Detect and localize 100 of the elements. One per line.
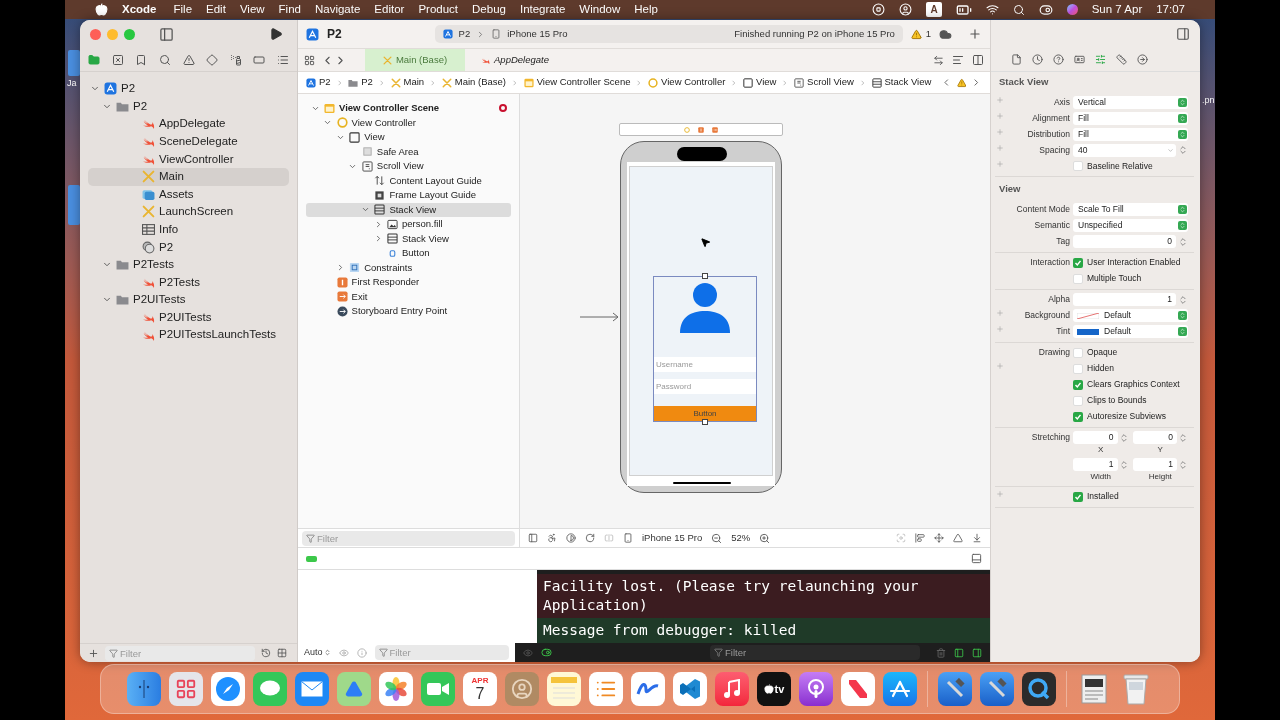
notepad-icon[interactable] bbox=[547, 672, 581, 706]
outline-item[interactable]: View bbox=[306, 130, 511, 145]
outline-item[interactable]: person.fill bbox=[306, 217, 511, 232]
zoom-out-icon[interactable] bbox=[711, 532, 723, 544]
combo-field[interactable]: 40 bbox=[1073, 143, 1176, 157]
breakpoints-tab[interactable] bbox=[253, 53, 266, 66]
file-tree-item[interactable]: Assets bbox=[88, 185, 289, 204]
sidebar-toggle-icon[interactable] bbox=[159, 26, 174, 42]
tests-tab[interactable] bbox=[206, 53, 219, 66]
stepper-icon[interactable] bbox=[1118, 459, 1129, 470]
related-items-icon[interactable] bbox=[304, 54, 315, 66]
number-field[interactable]: 0 bbox=[1073, 431, 1118, 444]
username-field[interactable]: Username bbox=[654, 357, 756, 372]
checkbox[interactable] bbox=[1073, 379, 1083, 390]
menu-item[interactable]: Xcode bbox=[122, 0, 157, 19]
map-icon[interactable] bbox=[337, 672, 371, 706]
breadcrumb-item[interactable]: View Controller Scene bbox=[523, 75, 631, 90]
identity-inspector-tab[interactable] bbox=[1074, 54, 1085, 65]
number-field[interactable]: 0 bbox=[1073, 235, 1176, 248]
checkbox[interactable] bbox=[1073, 411, 1083, 422]
menu-item[interactable]: Product bbox=[418, 0, 459, 19]
code-editor-icon[interactable] bbox=[673, 672, 707, 706]
trash-icon[interactable] bbox=[936, 647, 946, 658]
color-popup[interactable]: Default bbox=[1073, 309, 1188, 322]
outline-item[interactable]: Safe Area bbox=[306, 144, 511, 159]
filter-field[interactable]: Filter bbox=[105, 645, 255, 661]
add-button[interactable] bbox=[968, 27, 982, 41]
user-icon[interactable] bbox=[899, 3, 913, 16]
destination-selector[interactable]: iPhone 15 Pro bbox=[507, 26, 568, 42]
bookmark-tab[interactable] bbox=[135, 53, 148, 66]
menu-item[interactable]: Editor bbox=[374, 0, 405, 19]
outline-item[interactable]: View Controller Scene bbox=[306, 101, 511, 116]
reports-tab[interactable] bbox=[277, 53, 289, 66]
menu-item[interactable]: Debug bbox=[472, 0, 506, 19]
music-note-icon[interactable] bbox=[715, 672, 749, 706]
filter-field[interactable]: Filter bbox=[374, 645, 509, 660]
quicktime-icon[interactable] bbox=[1022, 672, 1056, 706]
breadcrumb-item[interactable]: Main (Base) bbox=[441, 75, 506, 90]
scribble-icon[interactable] bbox=[631, 672, 665, 706]
recent-files-icon[interactable] bbox=[261, 648, 271, 658]
filter-options-icon[interactable] bbox=[277, 648, 287, 658]
checkbox[interactable] bbox=[1073, 491, 1083, 502]
number-field[interactable]: 1 bbox=[1073, 293, 1176, 306]
stepper-icon[interactable] bbox=[1178, 236, 1188, 247]
warning-count[interactable]: 1 bbox=[925, 26, 932, 42]
zoom-in-icon[interactable] bbox=[759, 532, 771, 544]
breadcrumb-item[interactable]: P2 bbox=[306, 75, 331, 90]
file-tree-item[interactable]: P2Tests bbox=[88, 273, 289, 292]
outline-item[interactable]: Exit bbox=[306, 289, 511, 304]
menu-item[interactable]: Help bbox=[634, 0, 658, 19]
breadcrumb-item[interactable]: Scroll View bbox=[794, 75, 854, 90]
outline-item[interactable]: Scroll View bbox=[306, 159, 511, 174]
wifi-icon[interactable] bbox=[985, 3, 999, 16]
right-panel-icon[interactable] bbox=[972, 647, 982, 658]
file-tree-item[interactable]: ViewController bbox=[88, 150, 289, 168]
close-button[interactable] bbox=[90, 28, 101, 40]
contact-card-icon[interactable] bbox=[505, 672, 539, 706]
search-icon[interactable] bbox=[1012, 3, 1025, 16]
popup-button[interactable]: Fill bbox=[1073, 127, 1188, 141]
outline-item[interactable]: View Controller bbox=[306, 115, 511, 130]
calendar-icon[interactable]: APR 7 bbox=[463, 672, 497, 706]
size-inspector-tab[interactable] bbox=[1116, 54, 1127, 65]
resize-handle[interactable] bbox=[702, 273, 708, 279]
left-panel-icon[interactable] bbox=[954, 647, 964, 658]
orientation-icon[interactable] bbox=[585, 533, 595, 543]
hammer-blueprint-icon[interactable] bbox=[980, 672, 1014, 706]
checklist-icon[interactable] bbox=[589, 672, 623, 706]
file-tree-item[interactable]: Main bbox=[88, 167, 289, 186]
file-tree-item[interactable]: P2 bbox=[88, 238, 289, 256]
stepper-icon[interactable] bbox=[1118, 432, 1129, 443]
file-tree-item[interactable]: SceneDelegate bbox=[88, 132, 289, 151]
menu-item[interactable]: View bbox=[239, 0, 265, 19]
breadcrumb-item[interactable]: Main bbox=[390, 75, 425, 90]
embed-icon[interactable] bbox=[972, 533, 982, 543]
project-navigator-tab[interactable] bbox=[88, 53, 100, 66]
resize-handle[interactable] bbox=[702, 419, 708, 425]
menu-bar-date[interactable]: Sun 7 Apr bbox=[1091, 0, 1143, 19]
launchpad-icon[interactable] bbox=[169, 672, 203, 706]
file-tree-item[interactable]: P2 bbox=[88, 97, 289, 116]
stepper-icon[interactable] bbox=[1178, 459, 1188, 470]
breadcrumb-item[interactable]: P2 bbox=[348, 75, 373, 90]
checkbox[interactable] bbox=[1073, 257, 1083, 268]
stepper-icon[interactable] bbox=[1178, 145, 1188, 156]
breadcrumb-item[interactable]: View Controller bbox=[648, 75, 726, 90]
file-tree-item[interactable]: P2UITests bbox=[88, 308, 289, 327]
help-inspector-tab[interactable] bbox=[1053, 54, 1064, 65]
file-tree-item[interactable]: P2UITestsLaunchTests bbox=[88, 326, 289, 344]
breadcrumb-item[interactable]: Stack View bbox=[871, 75, 932, 90]
warning-icon[interactable] bbox=[910, 28, 922, 40]
number-field[interactable]: 1 bbox=[1073, 458, 1118, 471]
editor-options-icon[interactable] bbox=[952, 54, 964, 66]
popup-button[interactable]: Scale To Fill bbox=[1073, 203, 1188, 216]
podcast-icon[interactable] bbox=[799, 672, 833, 706]
app-store-icon[interactable] bbox=[883, 672, 917, 706]
filter-field[interactable]: Filter bbox=[710, 645, 920, 660]
file-tree-item[interactable]: LaunchScreen bbox=[88, 203, 289, 221]
source-control-tab[interactable] bbox=[111, 53, 124, 66]
popup-button[interactable]: Vertical bbox=[1073, 95, 1188, 109]
variables-scope-popup[interactable]: Auto bbox=[304, 645, 331, 660]
appearance-icon[interactable] bbox=[566, 533, 576, 543]
